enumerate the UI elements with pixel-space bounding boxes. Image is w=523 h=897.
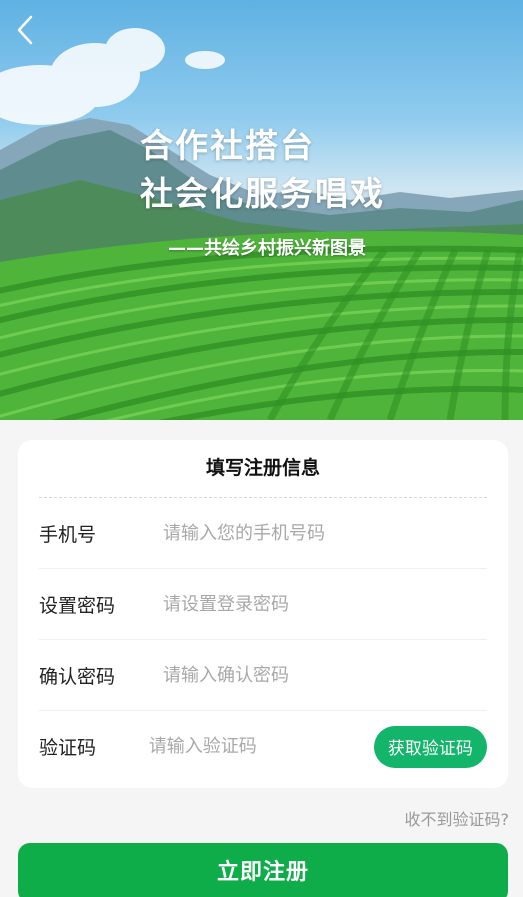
phone-input[interactable] bbox=[163, 513, 487, 553]
hero-slogan: 合作社搭台 社会化服务唱戏 bbox=[140, 122, 385, 218]
chevron-left-icon bbox=[17, 15, 33, 45]
verification-code-label: 验证码 bbox=[39, 737, 97, 759]
confirm-password-input[interactable] bbox=[163, 655, 487, 695]
verification-code-input[interactable] bbox=[148, 726, 374, 767]
register-form-card: 填写注册信息 手机号 设置密码 确认密码 验证码 获取验证码 bbox=[18, 440, 508, 788]
hero-banner: 合作社搭台 社会化服务唱戏 ——共绘乡村振兴新图景 bbox=[0, 0, 523, 420]
verification-code-row: 验证码 获取验证码 bbox=[39, 711, 487, 782]
no-code-help-link[interactable]: 收不到验证码? bbox=[405, 806, 510, 830]
confirm-password-label: 确认密码 bbox=[39, 665, 116, 688]
phone-row: 手机号 bbox=[39, 498, 487, 569]
slogan-line-1: 合作社搭台 bbox=[140, 126, 315, 165]
get-code-button[interactable]: 获取验证码 bbox=[373, 725, 487, 768]
password-input[interactable] bbox=[163, 584, 487, 624]
slogan-line-2: 社会化服务唱戏 bbox=[140, 174, 385, 213]
password-label: 设置密码 bbox=[39, 594, 116, 617]
back-button[interactable] bbox=[10, 12, 40, 48]
form-title: 填写注册信息 bbox=[205, 457, 320, 479]
phone-label: 手机号 bbox=[39, 523, 97, 546]
password-row: 设置密码 bbox=[39, 569, 487, 640]
register-button[interactable]: 立即注册 bbox=[18, 843, 508, 897]
confirm-password-row: 确认密码 bbox=[39, 640, 487, 711]
hero-sub-slogan: ——共绘乡村振兴新图景 bbox=[168, 238, 366, 259]
